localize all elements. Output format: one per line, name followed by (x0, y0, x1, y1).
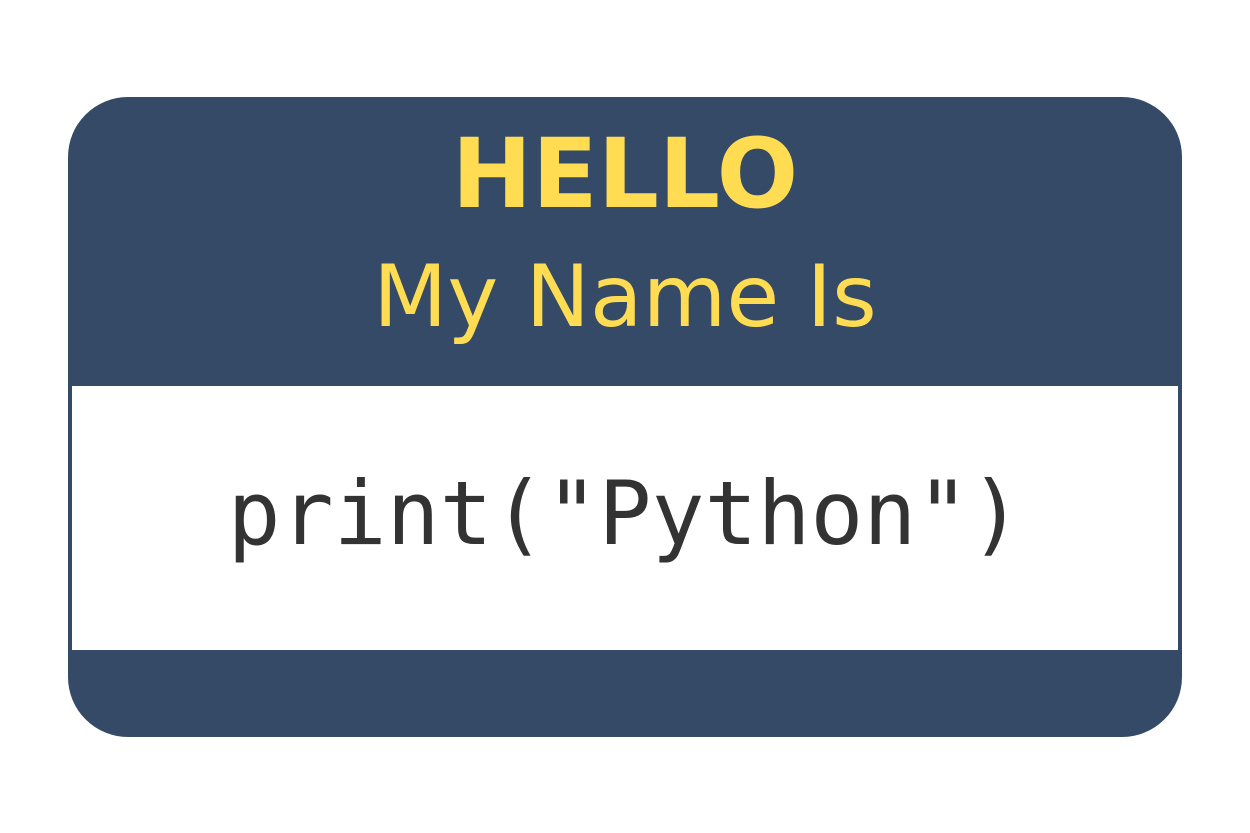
name-text: print("Python") (227, 462, 1023, 565)
name-tag-badge: HELLO My Name Is print("Python") (68, 97, 1182, 737)
name-writing-area: print("Python") (72, 386, 1178, 650)
subtitle-text: My Name Is (373, 247, 877, 347)
greeting-text: HELLO (451, 118, 799, 230)
